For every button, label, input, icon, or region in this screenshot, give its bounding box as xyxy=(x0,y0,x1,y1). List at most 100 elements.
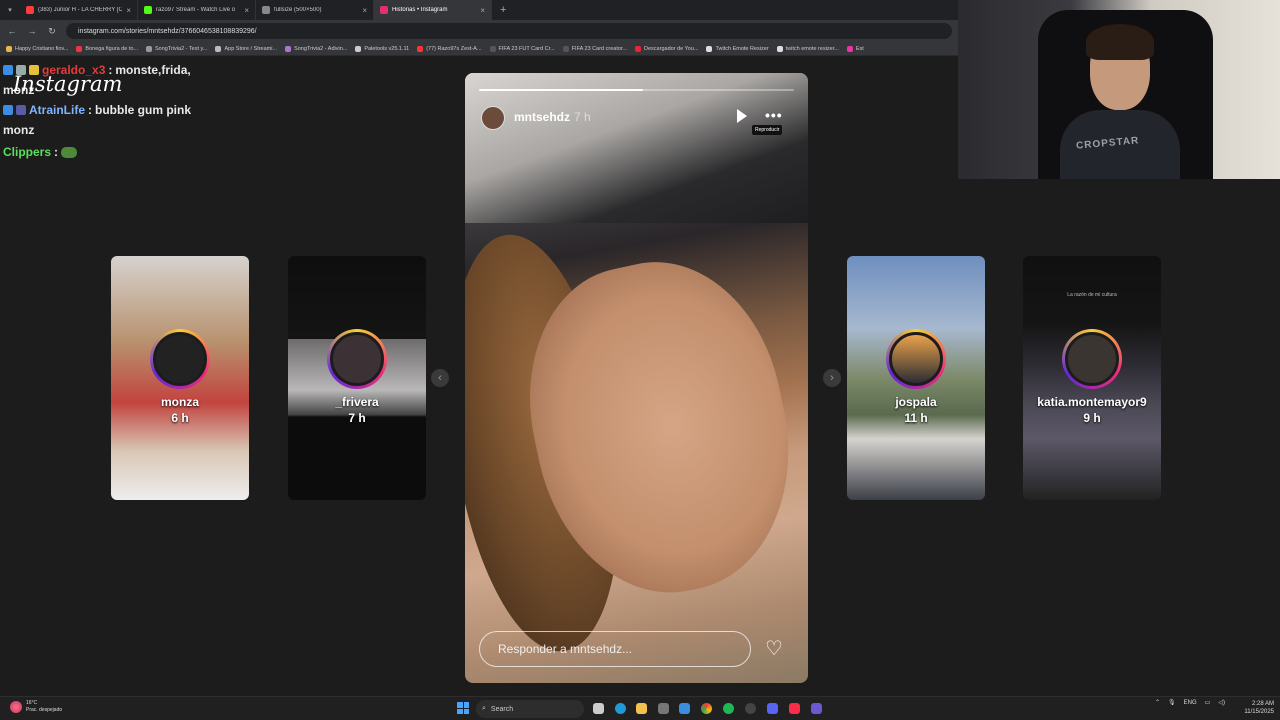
story-card-katia[interactable]: La razón de mi cultura katia.montemayor9… xyxy=(1023,256,1161,500)
play-tooltip: Reproducir xyxy=(752,125,783,135)
tab-fullsize[interactable]: fullsize (500×500) × xyxy=(256,0,374,20)
bookmark-item[interactable]: (77) Razo97s Zest-A... xyxy=(417,45,482,52)
chevron-up-icon[interactable]: ⌃ xyxy=(1155,699,1160,706)
avatar xyxy=(153,332,207,386)
spotify-icon[interactable] xyxy=(723,703,734,714)
instagram-logo: Instagram xyxy=(13,72,123,96)
bookmark-item[interactable]: SongTrivia2 - Test y... xyxy=(146,45,207,52)
badge-icon xyxy=(3,65,13,75)
bookmark-item[interactable]: Descargador de You... xyxy=(635,45,698,52)
chat-text: monz xyxy=(3,123,35,137)
tab-instagram[interactable]: Historias • Instagram × xyxy=(374,0,492,20)
bookmark-item[interactable]: Twitch Emote Resizer xyxy=(706,45,769,52)
bookmark-item[interactable]: FIFA 23 Card creator... xyxy=(562,45,628,52)
bookmark-icon xyxy=(776,45,783,52)
taskbar-search[interactable]: ⌕ Search xyxy=(476,700,584,718)
bookmark-label: Paletools v25.1.11 xyxy=(364,45,410,52)
task-view-icon[interactable] xyxy=(593,703,604,714)
store-icon[interactable] xyxy=(679,703,690,714)
bookmark-label: twitch emote resizer... xyxy=(785,45,839,52)
taskbar-clock[interactable]: 2:28 AM 11/15/2025 xyxy=(1238,700,1274,716)
story-username[interactable]: mntsehdz xyxy=(514,110,570,124)
windows-start-icon[interactable] xyxy=(457,702,469,714)
bookmark-icon xyxy=(846,45,853,52)
bookmark-label: FIFA 23 Card creator... xyxy=(571,45,628,52)
screen: ▾ (383) Junior H - LA CHERRY [O × razo97… xyxy=(0,0,1280,720)
bookmark-item[interactable]: Bonega figura de to... xyxy=(76,45,138,52)
next-story-arrow-icon[interactable]: › xyxy=(823,369,841,387)
avatar xyxy=(889,332,943,386)
volume-icon[interactable]: ◁) xyxy=(1218,699,1225,706)
reply-input[interactable]: Responder a mntsehdz... xyxy=(479,631,751,667)
discord-icon[interactable] xyxy=(767,703,778,714)
clock-date: 11/15/2025 xyxy=(1244,709,1274,715)
forward-icon[interactable]: → xyxy=(26,26,38,36)
bookmark-item[interactable]: FIFA 23 FUT Card Cr... xyxy=(489,45,555,52)
bookmark-item[interactable]: Paletools v25.1.11 xyxy=(355,45,410,52)
new-tab-icon[interactable]: + xyxy=(492,4,514,16)
bookmark-label: Twitch Emote Resizer xyxy=(715,45,769,52)
tab-youtube[interactable]: (383) Junior H - LA CHERRY [O × xyxy=(20,0,138,20)
bookmark-label: (77) Razo97s Zest-A... xyxy=(426,45,482,52)
bookmark-icon xyxy=(6,45,12,52)
reload-icon[interactable]: ↻ xyxy=(46,26,58,37)
language-indicator[interactable]: ENG xyxy=(1184,700,1197,706)
microphone-icon[interactable]: 🎙 xyxy=(1168,699,1176,706)
close-tab-icon[interactable]: × xyxy=(126,6,131,15)
chat-username[interactable]: AtrainLife xyxy=(29,100,85,120)
heart-icon[interactable]: ♡ xyxy=(765,639,783,659)
calculator-icon[interactable] xyxy=(658,703,669,714)
bookmark-item[interactable]: twitch emote resizer... xyxy=(776,45,839,52)
system-tray: ⌃ 🎙 ENG ▭ ◁) xyxy=(1155,699,1225,707)
bookmark-label: App Store / Streami... xyxy=(224,45,278,52)
more-options-icon[interactable]: ••• xyxy=(765,107,783,123)
bookmark-item[interactable]: Est xyxy=(846,45,864,52)
back-icon[interactable]: ← xyxy=(6,26,18,36)
tab-kick[interactable]: razo97 Stream - Watch Live o × xyxy=(138,0,256,20)
bookmark-icon xyxy=(215,45,222,52)
bookmark-icon xyxy=(562,45,569,52)
chrome-icon[interactable] xyxy=(701,703,712,714)
music-icon[interactable] xyxy=(789,703,800,714)
bookmark-icon xyxy=(285,45,292,52)
youtube-favicon-icon xyxy=(26,6,34,14)
tab-search-icon[interactable]: ▾ xyxy=(0,6,20,14)
story-time: 9 h xyxy=(1083,411,1101,425)
story-username: jospala xyxy=(895,395,937,409)
bookmark-item[interactable]: SongTrivia2 - Adivin... xyxy=(285,45,347,52)
bookmark-item[interactable]: Happy Cristiano fiov... xyxy=(6,45,68,52)
url-input[interactable]: instagram.com/stories/mntsehdz/376604653… xyxy=(66,23,952,39)
file-explorer-icon[interactable] xyxy=(636,703,647,714)
weather-text: 16°C Prac. despejado xyxy=(26,700,62,714)
main-story-viewer[interactable]: mntsehdz 7 h ••• Reproducir Responder a … xyxy=(465,73,808,683)
story-card-caption: La razón de mi cultura xyxy=(1067,292,1117,298)
avatar[interactable] xyxy=(481,106,505,130)
story-card-jospala[interactable]: jospala 11 h xyxy=(847,256,985,500)
story-image-background xyxy=(465,73,808,223)
chat-message: monz xyxy=(3,120,203,140)
story-avatar-ring xyxy=(1062,329,1122,389)
story-card-frivera[interactable]: _frivera 7 h xyxy=(288,256,426,500)
chat-username[interactable]: Clippers xyxy=(3,142,51,162)
play-icon[interactable] xyxy=(737,109,747,123)
bookmark-label: FIFA 23 FUT Card Cr... xyxy=(498,45,555,52)
weather-icon xyxy=(10,701,22,713)
network-icon[interactable]: ▭ xyxy=(1205,699,1211,706)
story-card-monza[interactable]: monza 6 h xyxy=(111,256,249,500)
bookmark-icon xyxy=(417,45,424,52)
close-tab-icon[interactable]: × xyxy=(362,6,367,15)
edge-icon[interactable] xyxy=(615,703,626,714)
bookmark-item[interactable]: App Store / Streami... xyxy=(215,45,278,52)
chat-separator: : xyxy=(54,145,59,159)
app-icon[interactable] xyxy=(811,703,822,714)
weather-widget[interactable]: 16°C Prac. despejado xyxy=(10,700,62,714)
close-tab-icon[interactable]: × xyxy=(244,6,249,15)
emote-icon xyxy=(61,146,78,158)
story-avatar-ring xyxy=(327,329,387,389)
previous-story-arrow-icon[interactable]: ‹ xyxy=(431,369,449,387)
obs-icon[interactable] xyxy=(745,703,756,714)
story-progress-fill xyxy=(479,89,643,91)
weather-temperature: 16°C xyxy=(26,700,38,706)
search-icon: ⌕ xyxy=(482,705,486,712)
close-tab-icon[interactable]: × xyxy=(480,6,485,15)
